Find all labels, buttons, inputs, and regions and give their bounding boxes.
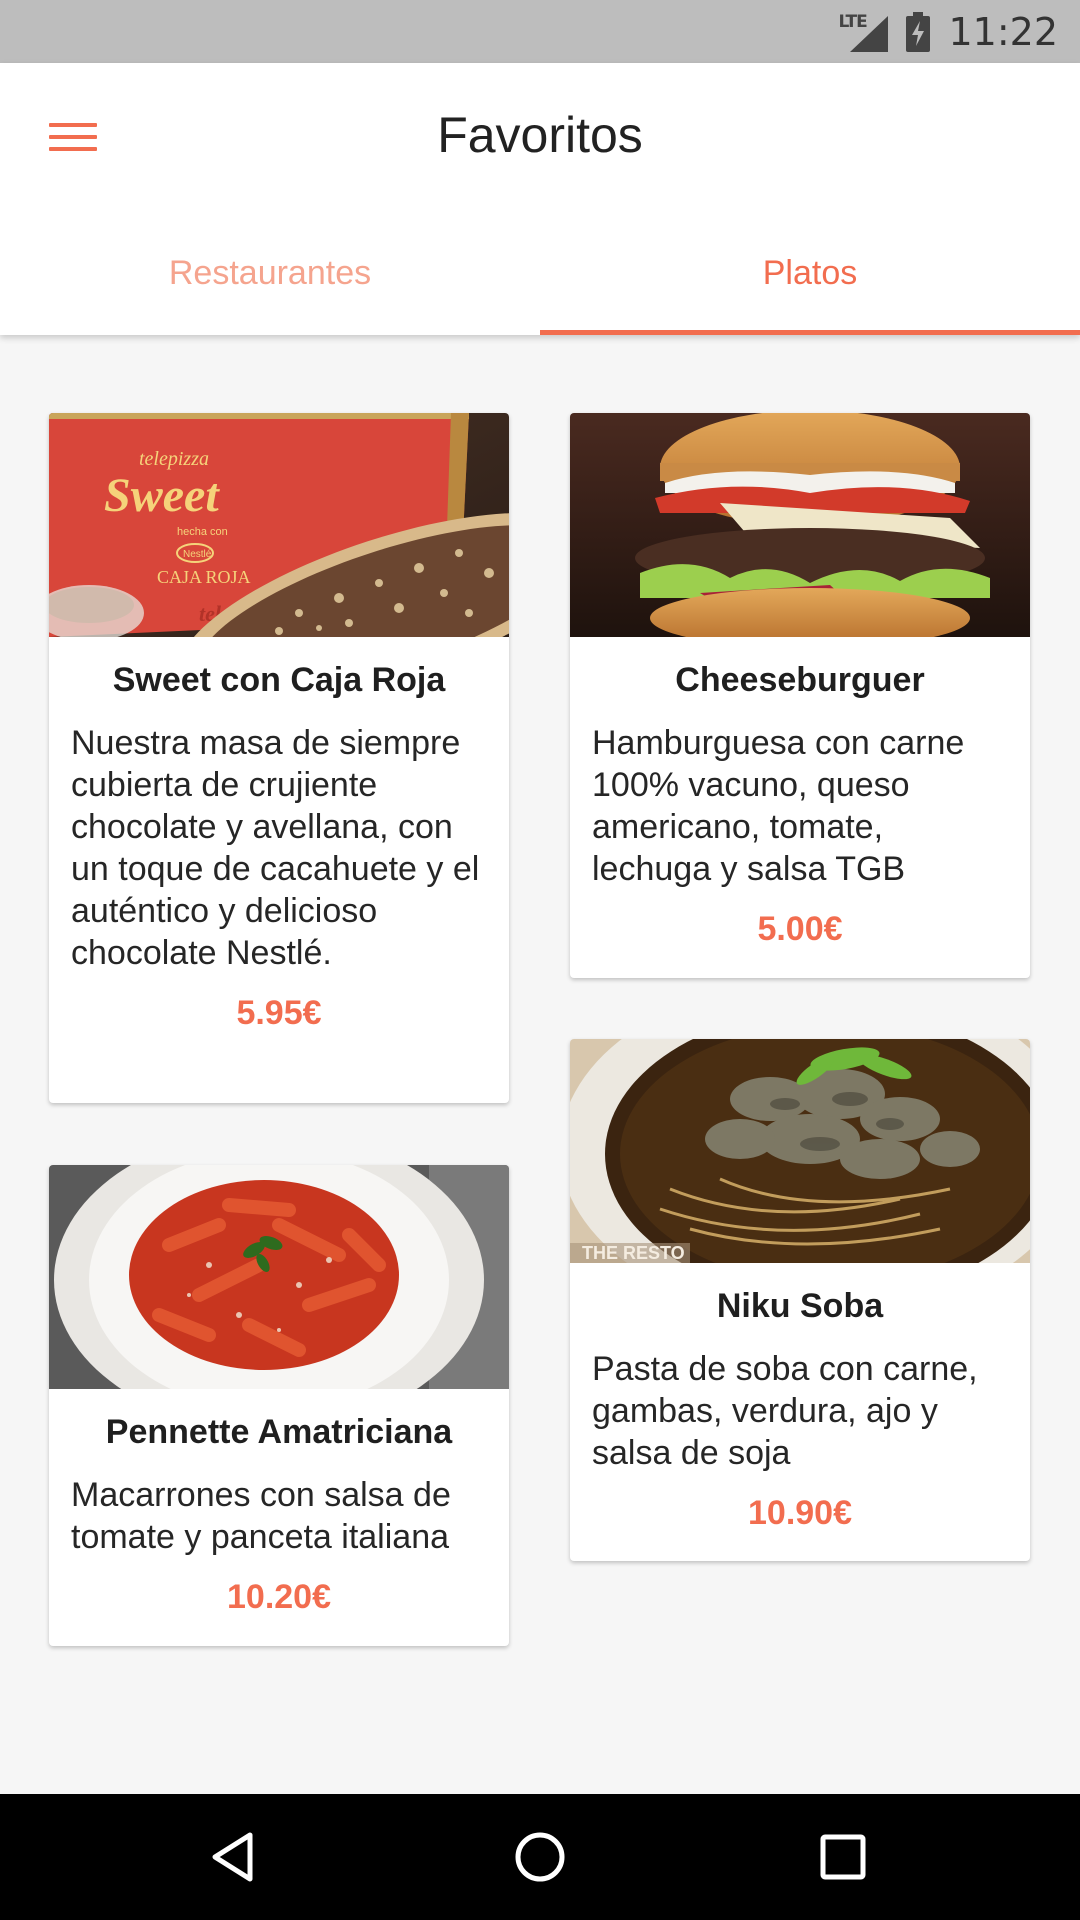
dish-card-niku-soba[interactable]: THE RESTO Niku Soba Pasta de soba con ca… <box>570 1039 1030 1561</box>
dish-image-niku-soba: THE RESTO <box>570 1039 1030 1263</box>
tab-restaurantes[interactable]: Restaurantes <box>0 248 540 335</box>
dish-name: Cheeseburguer <box>675 661 925 699</box>
dish-card-sweet-con-caja-roja[interactable]: telepizza Sweet hecha con Nestlé CAJA RO… <box>49 413 509 1103</box>
dish-price: 10.90€ <box>748 1494 852 1532</box>
battery-charging-icon <box>906 11 931 52</box>
dish-price: 10.20€ <box>227 1578 331 1616</box>
tab-bar: Restaurantes Platos <box>0 248 1080 335</box>
status-bar: LTE 11:22 <box>0 0 1080 63</box>
image-brand-text: telepizza <box>139 448 209 470</box>
dish-name: Sweet con Caja Roja <box>112 661 446 699</box>
lte-signal-icon: LTE <box>838 12 889 52</box>
image-box-text: CAJA ROJA <box>157 567 251 587</box>
image-maker-text: Nestlé <box>183 549 212 560</box>
dish-price: 5.95€ <box>236 994 322 1032</box>
back-triangle-icon[interactable] <box>205 1827 265 1887</box>
image-watermark-text: THE RESTO <box>582 1243 685 1263</box>
status-time: 11:22 <box>948 9 1058 54</box>
image-title-text: Sweet <box>104 469 220 522</box>
page-title: Favoritos <box>437 107 643 163</box>
recent-square-icon[interactable] <box>813 1827 873 1887</box>
dish-name: Niku Soba <box>716 1287 884 1325</box>
dish-description: Hamburguesa con carne 100% vacuno, queso… <box>592 724 965 888</box>
dish-image-pennette <box>49 1165 509 1389</box>
home-circle-icon[interactable] <box>510 1827 570 1887</box>
dish-description: Nuestra masa de siempre cubierta de cruj… <box>71 724 480 972</box>
system-navigation-bar <box>0 1794 1080 1920</box>
dish-price: 5.00€ <box>757 910 843 948</box>
dish-card-pennette-amatriciana[interactable]: Pennette Amatriciana Macarrones con sals… <box>49 1165 509 1646</box>
tab-platos[interactable]: Platos <box>540 248 1080 335</box>
app-bar: Favoritos Restaurantes Platos <box>0 63 1080 335</box>
dish-image-sweet: telepizza Sweet hecha con Nestlé CAJA RO… <box>49 413 509 637</box>
dish-description: Macarrones con salsa de tomate y panceta… <box>71 1476 451 1556</box>
dish-card-cheeseburguer[interactable]: Cheeseburguer Hamburguesa con carne 100%… <box>570 413 1030 978</box>
dish-image-cheeseburguer <box>570 413 1030 637</box>
image-sub-text: hecha con <box>177 526 228 538</box>
dish-name: Pennette Amatriciana <box>105 1413 453 1451</box>
dish-description: Pasta de soba con carne, gambas, verdura… <box>592 1350 978 1472</box>
